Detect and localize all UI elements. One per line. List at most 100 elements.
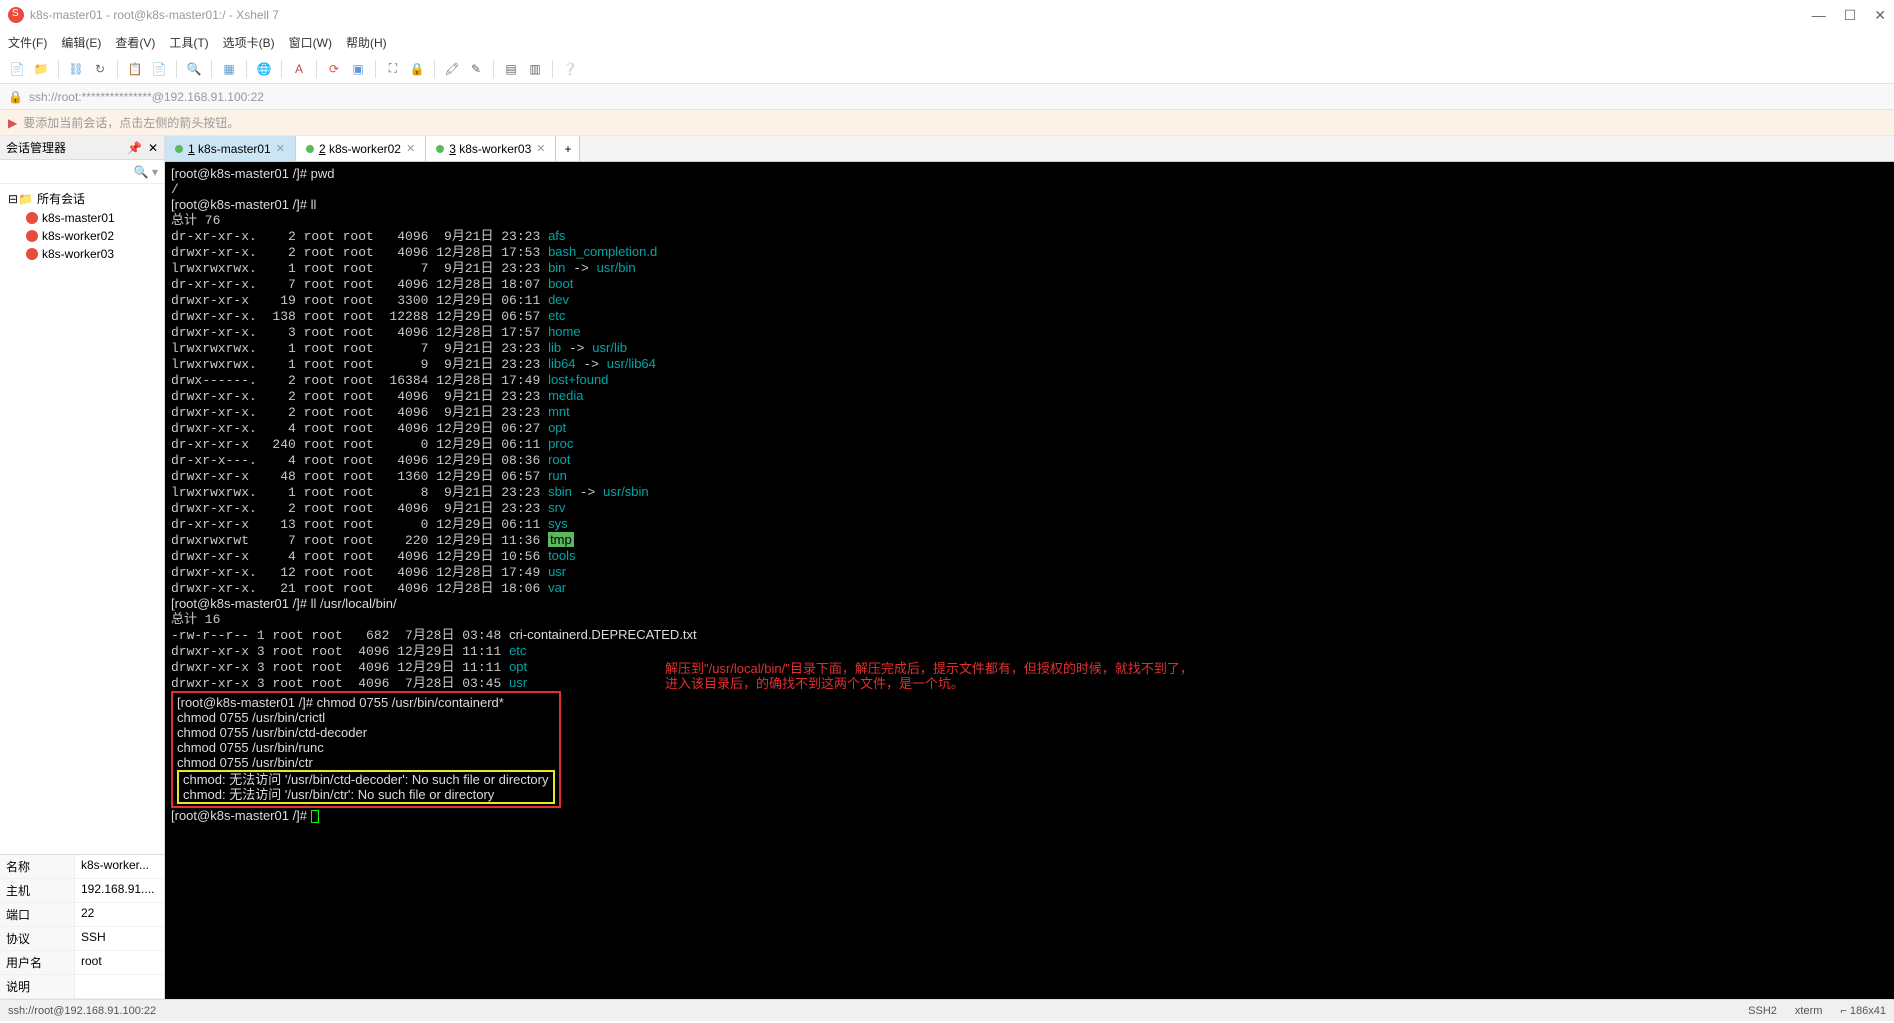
status-term: xterm xyxy=(1795,1005,1823,1017)
props-row: 用户名root xyxy=(0,951,164,975)
search-icon[interactable]: 🔍 xyxy=(185,60,203,78)
tree-root[interactable]: ⊟ 📁 所有会话 xyxy=(4,188,160,209)
tab-label: 1 k8s-master01 xyxy=(188,142,271,156)
lock-icon[interactable]: 🔒 xyxy=(408,60,426,78)
props-label: 主机 xyxy=(0,879,75,902)
tree-host-worker02[interactable]: k8s-worker02 xyxy=(4,227,160,245)
sidebar-search[interactable]: 🔍 ▾ xyxy=(0,160,164,184)
close-button[interactable]: ✕ xyxy=(1874,7,1886,24)
infobar-text: 要添加当前会话，点击左侧的箭头按钮。 xyxy=(23,114,239,131)
statusbar: ssh://root@192.168.91.100:22 SSH2 xterm … xyxy=(0,999,1894,1021)
stop-icon[interactable]: ▣ xyxy=(349,60,367,78)
cascade-icon[interactable]: ▥ xyxy=(526,60,544,78)
menu-view[interactable]: 查看(V) xyxy=(115,34,155,51)
annotation-text: 解压到"/usr/local/bin/"目录下面，解压完成后，提示文件都有，但授… xyxy=(665,661,1193,691)
infobar: ▶ 要添加当前会话，点击左侧的箭头按钮。 xyxy=(0,110,1894,136)
maximize-button[interactable]: ☐ xyxy=(1844,7,1857,24)
host-icon xyxy=(26,248,38,260)
fullscreen-icon[interactable]: ⛶ xyxy=(384,60,402,78)
titlebar: k8s-master01 - root@k8s-master01:/ - Xsh… xyxy=(0,0,1894,30)
props-label: 说明 xyxy=(0,975,75,998)
toolbar: 📄 📁 ⛓ ↻ 📋 📄 🔍 ▦ 🌐 A ⟳ ▣ ⛶ 🔒 🖍 ✎ ▤ ▥ ❔ xyxy=(0,54,1894,84)
props-value: SSH xyxy=(75,927,164,950)
props-row: 端口22 xyxy=(0,903,164,927)
tile-icon[interactable]: ▤ xyxy=(502,60,520,78)
status-dot-icon xyxy=(306,145,314,153)
menu-tabs[interactable]: 选项卡(B) xyxy=(223,34,275,51)
session-tree: ⊟ 📁 所有会话 k8s-master01 k8s-worker02 k8s-w… xyxy=(0,184,164,854)
window-title: k8s-master01 - root@k8s-master01:/ - Xsh… xyxy=(30,8,1812,22)
help-icon[interactable]: ❔ xyxy=(561,60,579,78)
host-label: k8s-worker03 xyxy=(42,247,114,261)
status-size: ⌐ 186x41 xyxy=(1840,1005,1886,1017)
tab-k8s-master01[interactable]: 1 k8s-master01 ✕ xyxy=(165,136,296,161)
refresh-icon[interactable]: ⟳ xyxy=(325,60,343,78)
props-row: 主机192.168.91.... xyxy=(0,879,164,903)
tab-close-icon[interactable]: ✕ xyxy=(406,142,415,155)
collapse-icon[interactable]: ⊟ xyxy=(8,192,18,206)
host-icon xyxy=(26,230,38,242)
compose-icon[interactable]: ✎ xyxy=(467,60,485,78)
addressbar: 🔒 ssh://root:***************@192.168.91.… xyxy=(0,84,1894,110)
connect-icon[interactable]: ⛓ xyxy=(67,60,85,78)
host-label: k8s-master01 xyxy=(42,211,115,225)
menubar: 文件(F) 编辑(E) 查看(V) 工具(T) 选项卡(B) 窗口(W) 帮助(… xyxy=(0,30,1894,54)
status-dot-icon xyxy=(436,145,444,153)
open-icon[interactable]: 📁 xyxy=(32,60,50,78)
props-label: 协议 xyxy=(0,927,75,950)
menu-edit[interactable]: 编辑(E) xyxy=(61,34,101,51)
tab-label: 2 k8s-worker02 xyxy=(319,142,401,156)
props-value xyxy=(75,975,164,998)
highlight-icon[interactable]: 🖍 xyxy=(443,60,461,78)
layout-icon[interactable]: ▦ xyxy=(220,60,238,78)
props-row: 说明 xyxy=(0,975,164,999)
props-value: k8s-worker... xyxy=(75,855,164,878)
tab-k8s-worker02[interactable]: 2 k8s-worker02 ✕ xyxy=(296,136,426,161)
minimize-button[interactable]: — xyxy=(1812,7,1826,24)
props-value: 192.168.91.... xyxy=(75,879,164,902)
status-dot-icon xyxy=(175,145,183,153)
app-icon xyxy=(8,7,24,23)
tab-close-icon[interactable]: ✕ xyxy=(276,142,285,155)
flag-icon: ▶ xyxy=(8,116,17,130)
ssl-lock-icon: 🔒 xyxy=(8,90,23,104)
host-icon xyxy=(26,212,38,224)
menu-file[interactable]: 文件(F) xyxy=(8,34,47,51)
menu-tools[interactable]: 工具(T) xyxy=(169,34,208,51)
tab-add-button[interactable]: + xyxy=(556,136,580,161)
tab-k8s-worker03[interactable]: 3 k8s-worker03 ✕ xyxy=(426,136,556,161)
status-protocol: SSH2 xyxy=(1748,1005,1777,1017)
tab-close-icon[interactable]: ✕ xyxy=(536,142,545,155)
tree-root-label: 所有会话 xyxy=(37,190,85,207)
pin-icon[interactable]: 📌 xyxy=(127,141,142,155)
host-label: k8s-worker02 xyxy=(42,229,114,243)
globe-icon[interactable]: 🌐 xyxy=(255,60,273,78)
props-value: root xyxy=(75,951,164,974)
copy-icon[interactable]: 📋 xyxy=(126,60,144,78)
session-properties: 名称k8s-worker...主机192.168.91....端口22协议SSH… xyxy=(0,854,164,999)
terminal[interactable]: [root@k8s-master01 /]# pwd / [root@k8s-m… xyxy=(165,162,1894,999)
sidebar-close-icon[interactable]: ✕ xyxy=(148,141,158,155)
new-session-icon[interactable]: 📄 xyxy=(8,60,26,78)
props-row: 名称k8s-worker... xyxy=(0,855,164,879)
tree-host-worker03[interactable]: k8s-worker03 xyxy=(4,245,160,263)
reconnect-icon[interactable]: ↻ xyxy=(91,60,109,78)
address-text[interactable]: ssh://root:***************@192.168.91.10… xyxy=(29,90,264,104)
menu-help[interactable]: 帮助(H) xyxy=(346,34,387,51)
status-connection: ssh://root@192.168.91.100:22 xyxy=(8,1005,156,1017)
props-value: 22 xyxy=(75,903,164,926)
props-label: 用户名 xyxy=(0,951,75,974)
folder-icon: 📁 xyxy=(18,192,33,206)
paste-icon[interactable]: 📄 xyxy=(150,60,168,78)
font-icon[interactable]: A xyxy=(290,60,308,78)
tab-label: 3 k8s-worker03 xyxy=(449,142,531,156)
session-manager-sidebar: 会话管理器 📌 ✕ 🔍 ▾ ⊟ 📁 所有会话 k8s-master01 k8s-… xyxy=(0,136,165,999)
sidebar-header: 会话管理器 📌 ✕ xyxy=(0,136,164,160)
tree-host-master01[interactable]: k8s-master01 xyxy=(4,209,160,227)
props-label: 名称 xyxy=(0,855,75,878)
props-row: 协议SSH xyxy=(0,927,164,951)
props-label: 端口 xyxy=(0,903,75,926)
menu-window[interactable]: 窗口(W) xyxy=(289,34,332,51)
sidebar-title: 会话管理器 xyxy=(6,139,66,156)
session-tabs: 1 k8s-master01✕2 k8s-worker02✕3 k8s-work… xyxy=(165,136,1894,162)
